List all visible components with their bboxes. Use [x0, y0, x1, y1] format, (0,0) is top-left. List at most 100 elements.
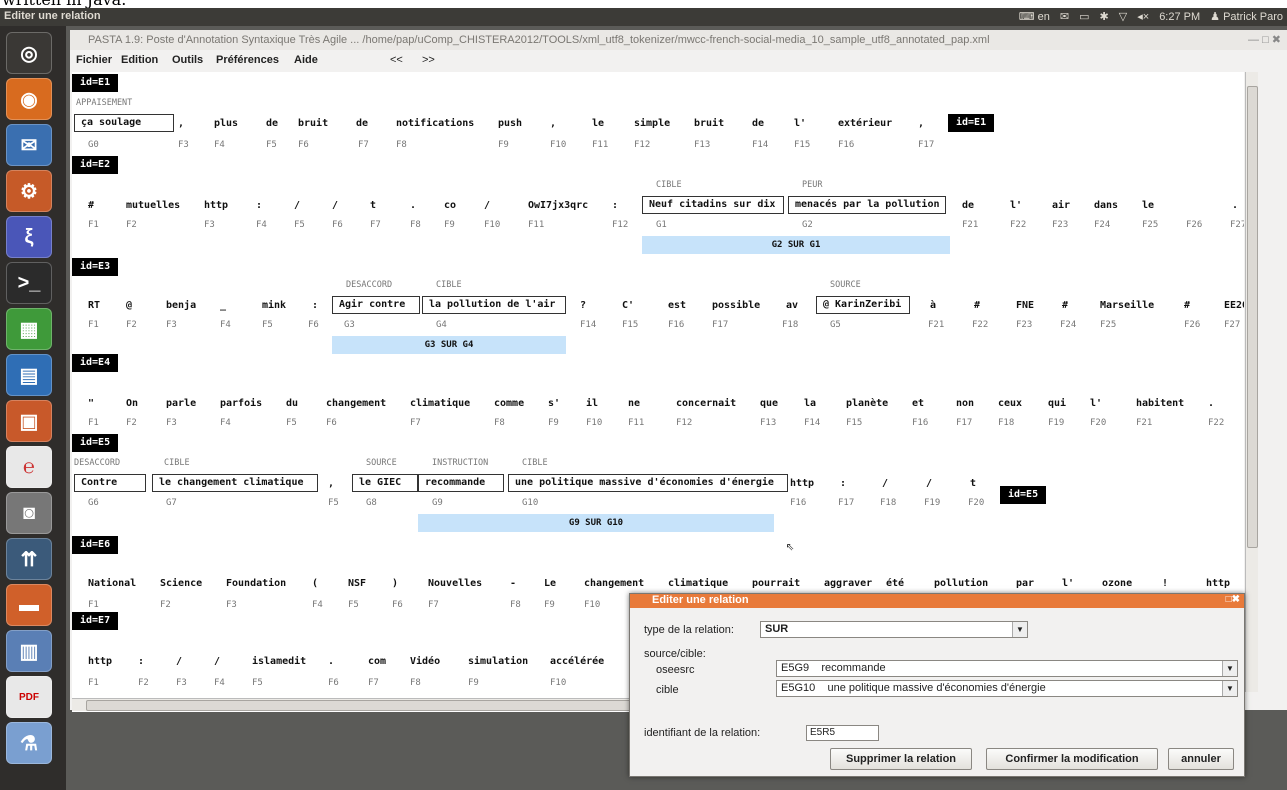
token[interactable]: .: [1232, 200, 1238, 211]
token[interactable]: du: [286, 398, 298, 409]
mail-icon[interactable]: ✉: [1060, 10, 1069, 23]
token[interactable]: http: [204, 200, 228, 211]
dash-home-icon[interactable]: ◎: [6, 32, 52, 74]
token[interactable]: comme: [494, 398, 524, 409]
inline-id-badge[interactable]: id=E1: [948, 114, 995, 132]
token[interactable]: qui: [1048, 398, 1066, 409]
annotation-group-box[interactable]: le changement climatique: [152, 474, 318, 492]
annotation-group-box[interactable]: recommande: [418, 474, 504, 492]
token[interactable]: !: [1162, 578, 1168, 589]
token[interactable]: http: [790, 478, 814, 489]
token[interactable]: été: [886, 578, 904, 589]
user-menu[interactable]: ♟ Patrick Paro: [1210, 10, 1283, 23]
token[interactable]: /: [882, 478, 888, 489]
entry-id-badge[interactable]: id=E2: [72, 156, 119, 174]
token[interactable]: co: [444, 200, 456, 211]
token[interactable]: ): [392, 578, 398, 589]
menu-fichier[interactable]: Fichier: [76, 54, 112, 66]
token[interactable]: /: [214, 656, 220, 667]
token[interactable]: /: [176, 656, 182, 667]
thunderbird-icon[interactable]: ✉: [6, 124, 52, 166]
menu-edition[interactable]: Edition: [121, 54, 158, 66]
token[interactable]: ": [88, 398, 94, 409]
token[interactable]: Le: [544, 578, 556, 589]
token[interactable]: parle: [166, 398, 196, 409]
token[interactable]: dans: [1094, 200, 1118, 211]
acrobat-icon[interactable]: ⚗: [6, 722, 52, 764]
token[interactable]: Vidéo: [410, 656, 440, 667]
battery-icon[interactable]: ▭: [1079, 10, 1089, 23]
token[interactable]: av: [786, 300, 798, 311]
token[interactable]: http: [1206, 578, 1230, 589]
token[interactable]: pourrait: [752, 578, 800, 589]
annotation-group-box[interactable]: le GIEC: [352, 474, 418, 492]
token[interactable]: com: [368, 656, 386, 667]
token[interactable]: plus: [214, 118, 238, 129]
token[interactable]: et: [912, 398, 924, 409]
token[interactable]: le: [1142, 200, 1154, 211]
token[interactable]: à: [930, 300, 936, 311]
token[interactable]: de: [962, 200, 974, 211]
token[interactable]: de: [266, 118, 278, 129]
annotation-group-box[interactable]: Agir contre: [332, 296, 420, 314]
entry-id-badge[interactable]: id=E7: [72, 612, 119, 630]
chevron-down-icon[interactable]: ▼: [1012, 622, 1027, 637]
token[interactable]: push: [498, 118, 522, 129]
token[interactable]: Marseille: [1100, 300, 1154, 311]
token[interactable]: ?: [580, 300, 586, 311]
token[interactable]: t: [370, 200, 376, 211]
token[interactable]: FNE: [1016, 300, 1034, 311]
inline-id-badge[interactable]: id=E5: [1000, 486, 1047, 504]
scrollbar-thumb[interactable]: [1247, 86, 1258, 548]
token[interactable]: Science: [160, 578, 202, 589]
bluetooth-icon[interactable]: ✱: [1100, 10, 1109, 23]
token[interactable]: ozone: [1102, 578, 1132, 589]
annotation-group-box[interactable]: la pollution de l'air: [422, 296, 566, 314]
token[interactable]: RT: [88, 300, 100, 311]
document-viewer-icon[interactable]: ▥: [6, 630, 52, 672]
impress-icon[interactable]: ▣: [6, 400, 52, 442]
entry-id-badge[interactable]: id=E6: [72, 536, 119, 554]
cible-select[interactable]: E5G10 une politique massive d'économies …: [776, 680, 1238, 697]
token[interactable]: changement: [326, 398, 386, 409]
token[interactable]: est: [668, 300, 686, 311]
token[interactable]: extérieur: [838, 118, 892, 129]
camera-icon[interactable]: ◙: [6, 492, 52, 534]
nav-next-button[interactable]: >>: [422, 54, 435, 66]
token[interactable]: /: [484, 200, 490, 211]
menu-preferences[interactable]: Préférences: [216, 54, 279, 66]
token[interactable]: benja: [166, 300, 196, 311]
token[interactable]: #: [1184, 300, 1190, 311]
terminal-icon[interactable]: >_: [6, 262, 52, 304]
volume-icon[interactable]: ◂×: [1137, 10, 1149, 23]
cancel-button[interactable]: annuler: [1168, 748, 1234, 770]
token[interactable]: climatique: [668, 578, 728, 589]
token[interactable]: s': [548, 398, 560, 409]
menu-outils[interactable]: Outils: [172, 54, 203, 66]
chevron-down-icon[interactable]: ▼: [1222, 681, 1237, 696]
token[interactable]: ,: [918, 118, 924, 129]
token[interactable]: .: [410, 200, 416, 211]
entry-id-badge[interactable]: id=E5: [72, 434, 119, 452]
chevron-down-icon[interactable]: ▼: [1222, 661, 1237, 676]
relation-bar[interactable]: G2 SUR G1: [642, 236, 950, 254]
keyboard-indicator[interactable]: ⌨ en: [1019, 10, 1050, 23]
clock[interactable]: 6:27 PM: [1159, 11, 1200, 23]
token[interactable]: de: [356, 118, 368, 129]
relation-id-field[interactable]: E5R5: [806, 725, 879, 741]
spreadsheet-icon[interactable]: ▦: [6, 308, 52, 350]
token[interactable]: simulation: [468, 656, 528, 667]
token[interactable]: (: [312, 578, 318, 589]
token[interactable]: _: [220, 300, 226, 311]
token[interactable]: parfois: [220, 398, 262, 409]
token[interactable]: @: [126, 300, 132, 311]
entry-id-badge[interactable]: id=E1: [72, 74, 119, 92]
token[interactable]: il: [586, 398, 598, 409]
nav-prev-button[interactable]: <<: [390, 54, 403, 66]
token[interactable]: /: [332, 200, 338, 211]
token[interactable]: OwI7jx3qrc: [528, 200, 588, 211]
source-select[interactable]: E5G9 recommande ▼: [776, 660, 1238, 677]
token[interactable]: l': [1062, 578, 1074, 589]
token[interactable]: habitent: [1136, 398, 1184, 409]
token[interactable]: changement: [584, 578, 644, 589]
